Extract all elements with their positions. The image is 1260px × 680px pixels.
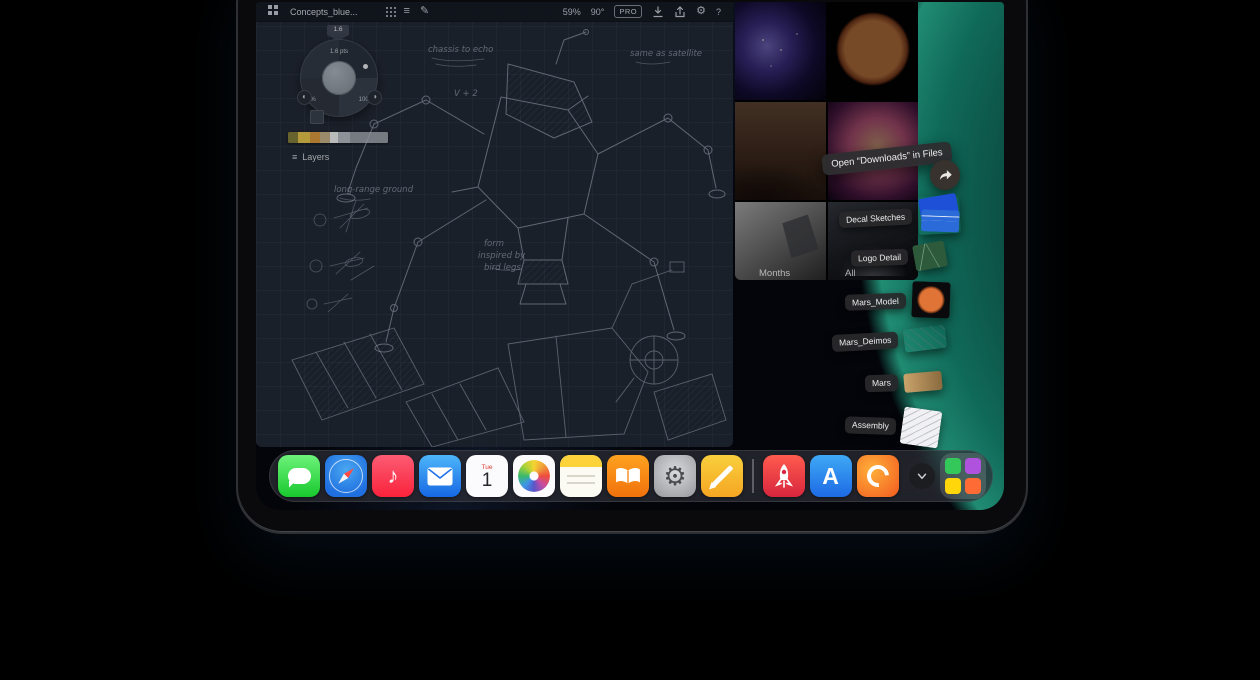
dock-app-books[interactable] [607, 455, 649, 497]
dock-app-appstore[interactable]: A [810, 455, 852, 497]
file-label: Mars_Model [845, 292, 906, 311]
forward-arrow-icon [937, 167, 953, 183]
file-label: Mars [865, 374, 898, 392]
swirl-icon [862, 461, 893, 492]
file-thumbnail [903, 325, 947, 353]
drag-drop-layer: Open “Downloads” in Files Decal Sketches… [256, 2, 1004, 510]
drag-file-logo-detail[interactable]: Logo Detail [851, 242, 947, 271]
notes-header-icon [560, 455, 602, 467]
drop-share-button[interactable] [930, 160, 960, 190]
dock-app-notes[interactable] [560, 455, 602, 497]
dock-app-settings[interactable]: ⚙ [654, 455, 696, 497]
dock-app-photos[interactable] [513, 455, 555, 497]
photos-flower-icon [518, 460, 550, 492]
dock-app-mail[interactable] [419, 455, 461, 497]
mini-app-icon [945, 458, 961, 474]
messages-bubble-icon [288, 468, 311, 484]
music-note-icon: ♪ [388, 463, 399, 489]
chevron-down-icon [915, 469, 929, 483]
file-label: Assembly [845, 417, 896, 435]
drag-file-mars[interactable]: Mars [865, 372, 943, 394]
ipad-screen: Concepts_blue... ≡ ✎ 59% 90° PRO ⚙ ? [256, 2, 1004, 510]
mini-app-icon [945, 478, 961, 494]
compass-icon [329, 459, 363, 493]
calendar-day: 1 [482, 471, 493, 490]
ipad-device: Concepts_blue... ≡ ✎ 59% 90° PRO ⚙ ? [236, 0, 1028, 534]
open-book-icon [615, 466, 641, 486]
dock-app-pages[interactable] [701, 455, 743, 497]
app-library-tile[interactable] [940, 453, 986, 499]
file-thumbnail [903, 371, 943, 393]
drag-file-decal-sketches[interactable]: Decal Sketches [838, 195, 961, 239]
file-thumbnail [900, 407, 943, 449]
mini-app-icon [965, 458, 981, 474]
drag-file-assembly[interactable]: Assembly [845, 406, 941, 446]
file-label: Decal Sketches [839, 208, 913, 228]
dock-app-safari[interactable] [325, 455, 367, 497]
file-thumbnail [911, 281, 950, 318]
rocket-icon [774, 463, 794, 489]
file-thumbnail [917, 195, 961, 235]
pencil-icon [711, 465, 733, 487]
appstore-a-icon: A [822, 463, 839, 490]
file-label: Logo Detail [851, 248, 909, 266]
dock: ♪ Tue 1 ⚙ [269, 450, 993, 502]
gear-icon: ⚙ [663, 461, 686, 492]
envelope-icon [427, 467, 453, 486]
dock-app-calendar[interactable]: Tue 1 [466, 455, 508, 497]
file-thumbnail [912, 240, 948, 271]
dock-app-playgrounds[interactable] [857, 455, 899, 497]
dock-collapse-button[interactable] [909, 463, 935, 489]
dock-app-rocket[interactable] [763, 455, 805, 497]
mini-app-icon [965, 478, 981, 494]
drag-file-mars-deimos[interactable]: Mars_Deimos [831, 326, 946, 355]
dock-app-messages[interactable] [278, 455, 320, 497]
file-label: Mars_Deimos [831, 332, 898, 352]
dock-divider [752, 459, 754, 493]
dock-app-music[interactable]: ♪ [372, 455, 414, 497]
drag-file-mars-model[interactable]: Mars_Model [845, 281, 951, 321]
